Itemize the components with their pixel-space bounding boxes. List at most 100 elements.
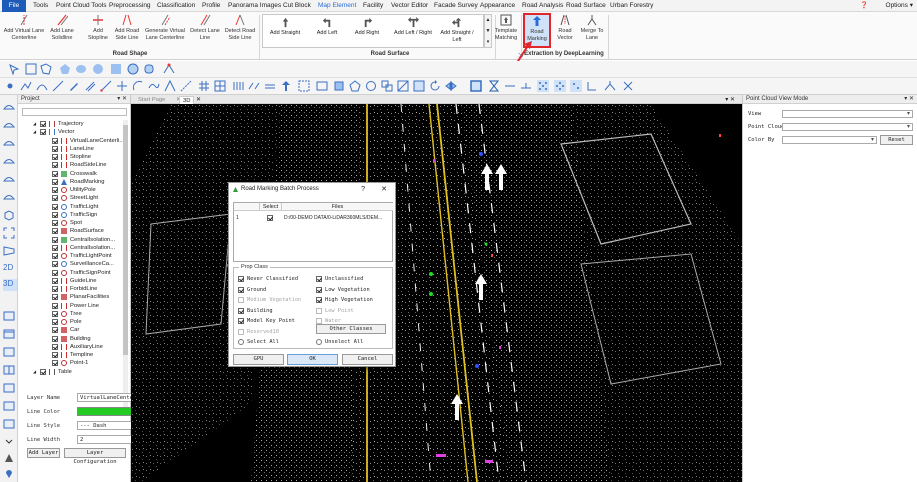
- add-stopline-button[interactable]: Add Stopline: [86, 14, 110, 41]
- menu-urban-forestry[interactable]: Urban Forestry: [610, 1, 653, 11]
- corner-icon[interactable]: [586, 80, 598, 92]
- fullscreen-icon[interactable]: [3, 227, 15, 239]
- arrow-mark-icon[interactable]: [280, 80, 292, 92]
- location-pin-icon[interactable]: [3, 467, 15, 479]
- layer-visibility-checkbox[interactable]: [52, 343, 58, 350]
- layer-visibility-checkbox[interactable]: [52, 170, 58, 177]
- menu-vector-editor[interactable]: Vector Editor: [391, 1, 428, 11]
- layer-visibility-checkbox[interactable]: [40, 121, 46, 127]
- tree-item[interactable]: ◢ Trajectory: [18, 120, 124, 128]
- square-icon[interactable]: [110, 63, 122, 75]
- options-menu[interactable]: Options ▾: [886, 1, 913, 11]
- polygon-select-icon[interactable]: [40, 63, 52, 75]
- measure-tools-icon[interactable]: [3, 452, 15, 464]
- gpu-button[interactable]: GPU: [233, 354, 284, 365]
- points-sparse-icon[interactable]: [570, 80, 582, 92]
- 2d-view-icon[interactable]: 2D: [3, 263, 17, 275]
- layer-visibility-checkbox[interactable]: [52, 319, 58, 325]
- pin-close-icon[interactable]: ▾ ✕: [722, 96, 738, 104]
- reshape-icon[interactable]: [164, 80, 176, 92]
- layer-visibility-checkbox[interactable]: [52, 228, 58, 235]
- merge-to-lane-button[interactable]: Merge To Lane: [578, 14, 606, 41]
- merge-lines-icon[interactable]: [604, 80, 616, 92]
- layer-visibility-checkbox[interactable]: [52, 302, 58, 309]
- view-front-icon[interactable]: [3, 119, 15, 131]
- tree-item[interactable]: GuideLine: [18, 277, 124, 285]
- row-select-checkbox[interactable]: [267, 215, 273, 221]
- layer-visibility-checkbox[interactable]: [52, 327, 58, 334]
- hourglass-icon[interactable]: [488, 80, 500, 92]
- tree-item[interactable]: RoadMarking: [18, 178, 124, 186]
- tab-close-icon[interactable]: ✕: [193, 96, 204, 104]
- curve-edit-icon[interactable]: [148, 80, 160, 92]
- layer-visibility-checkbox[interactable]: [52, 244, 58, 251]
- tree-item[interactable]: TrafficSign: [18, 211, 124, 219]
- tree-item[interactable]: TrafficLightPoint: [18, 252, 124, 260]
- tab-start-page[interactable]: Start Page: [135, 96, 168, 104]
- ellipse-icon[interactable]: [75, 63, 87, 75]
- frame-select-icon[interactable]: [470, 80, 482, 92]
- tree-item[interactable]: VirtualLaneCenterli...: [18, 137, 124, 145]
- cancel-button[interactable]: Cancel: [342, 354, 393, 365]
- extend-line-icon[interactable]: [180, 80, 192, 92]
- panorama-view-icon[interactable]: [3, 400, 15, 412]
- tree-item[interactable]: TrafficSignPoint: [18, 269, 124, 277]
- menu-preprocessing[interactable]: Preprocessing: [109, 1, 151, 11]
- detect-lane-line-button[interactable]: Detect Lane Line: [188, 14, 222, 41]
- tree-item[interactable]: Building: [18, 335, 124, 343]
- layer-visibility-checkbox[interactable]: [40, 129, 46, 136]
- tree-item[interactable]: Point-1: [18, 359, 124, 367]
- menu-file[interactable]: File: [2, 0, 26, 12]
- perspective-icon[interactable]: [3, 245, 15, 257]
- layer-visibility-checkbox[interactable]: [52, 162, 58, 169]
- add-straight-button[interactable]: Add Straight: [265, 17, 305, 37]
- tree-item[interactable]: RoadSideLine: [18, 161, 124, 169]
- cut-icon[interactable]: [622, 80, 634, 92]
- add-left-button[interactable]: Add Left: [309, 17, 345, 37]
- tree-item[interactable]: CentralIsolation...: [18, 236, 124, 244]
- vertex-edit-icon[interactable]: [163, 63, 175, 75]
- add-virtual-lane-centerline-button[interactable]: Add Virtual Lane Centerline: [2, 14, 46, 41]
- split-line-icon[interactable]: [116, 80, 128, 92]
- line-arrow-icon[interactable]: [504, 80, 516, 92]
- tree-item[interactable]: Pole: [18, 318, 124, 326]
- measure-icon[interactable]: [100, 80, 112, 92]
- tree-item[interactable]: Tree: [18, 310, 124, 318]
- tree-item[interactable]: UtilityPole: [18, 186, 124, 194]
- layer-visibility-checkbox[interactable]: [52, 145, 58, 152]
- chevron-down-icon[interactable]: [3, 436, 15, 448]
- layer-visibility-checkbox[interactable]: [52, 211, 58, 218]
- view-back-icon[interactable]: [3, 137, 15, 149]
- sphere-icon[interactable]: [127, 63, 139, 75]
- draw-curve-icon[interactable]: [36, 80, 48, 92]
- tree-scroll-thumb[interactable]: [123, 125, 128, 355]
- view-bottom-icon[interactable]: [3, 191, 15, 203]
- 3d-view-icon[interactable]: 3D: [3, 279, 17, 291]
- menu-cut-block[interactable]: Cut Block: [283, 1, 311, 11]
- tree-item[interactable]: Car: [18, 326, 124, 334]
- layer-visibility-checkbox[interactable]: [52, 310, 58, 317]
- draw-line-icon[interactable]: [52, 80, 64, 92]
- rect-fill-icon[interactable]: [333, 80, 345, 92]
- layer-visibility-checkbox[interactable]: [52, 220, 58, 226]
- pin-close-icon[interactable]: ▾ ✕: [117, 95, 127, 104]
- project-search-input[interactable]: [22, 108, 127, 116]
- tree-item[interactable]: Crosswalk: [18, 170, 124, 178]
- expand-arrow-icon[interactable]: ◢: [33, 368, 36, 376]
- layer-configuration-button[interactable]: Layer Configuration: [64, 448, 126, 465]
- layer-visibility-checkbox[interactable]: [52, 335, 58, 342]
- 3d-window-icon[interactable]: [3, 346, 15, 358]
- layer-visibility-checkbox[interactable]: [52, 178, 58, 185]
- add-road-side-line-button[interactable]: Add Road Side Line: [112, 14, 142, 41]
- menu-facade-survey[interactable]: Facade Survey: [434, 1, 478, 11]
- draw-point-icon[interactable]: [4, 80, 16, 92]
- menu-road-analysis[interactable]: Road Analysis: [522, 1, 563, 11]
- point-cloud-viewer[interactable]: [131, 104, 742, 482]
- points-grid-icon[interactable]: [537, 80, 549, 92]
- expand-arrow-icon[interactable]: ◢: [33, 120, 36, 128]
- layer-visibility-checkbox[interactable]: [52, 286, 58, 292]
- cube-icon[interactable]: [3, 209, 15, 221]
- shape-split-icon[interactable]: [397, 80, 409, 92]
- dialog-help-icon[interactable]: ?: [361, 183, 365, 196]
- menu-classification[interactable]: Classification: [157, 1, 195, 11]
